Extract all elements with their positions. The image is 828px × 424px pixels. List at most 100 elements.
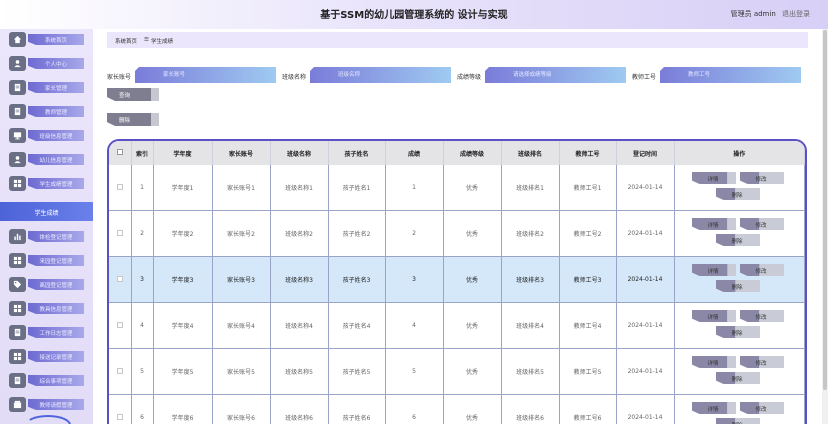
cell-time: 2024-01-14: [616, 348, 675, 395]
cell-teacher: 教师工号3: [559, 256, 617, 303]
sidebar-item-b1[interactable]: 来园登记管理: [6, 252, 86, 269]
search-label-parent: 家长账号: [107, 74, 132, 81]
search-class-input[interactable]: [310, 67, 451, 83]
grid-icon: [9, 253, 26, 268]
grid-icon: [9, 301, 26, 316]
cell-teacher: 教师工号6: [559, 394, 617, 424]
edit-button[interactable]: 修改: [739, 218, 784, 230]
table-row[interactable]: 2 学年度2 家长账号2 班级名称2 孩子姓名2 2 优秀 班级排名2 教师工号2 2024-01…: [109, 210, 805, 257]
sidebar-item-label: 班级信息管理: [39, 134, 73, 140]
detail-button[interactable]: 详情: [691, 310, 736, 322]
sidebar-item-a4[interactable]: 班级信息管理: [6, 127, 86, 144]
user-icon: [9, 152, 26, 167]
cell-teacher: 教师工号2: [559, 210, 617, 257]
query-button-edge: [151, 88, 159, 101]
column-header: 孩子姓名: [328, 141, 386, 165]
scrollbar-thumb[interactable]: [823, 30, 827, 390]
sidebar-item-b5[interactable]: 接送记录管理: [6, 348, 86, 365]
search-grade-select[interactable]: [485, 67, 626, 83]
sidebar-item-label: 教师请假管理: [39, 403, 73, 409]
detail-button[interactable]: 详情: [691, 218, 736, 230]
row-delete-button[interactable]: 删除: [715, 418, 760, 424]
sidebar-item-a1[interactable]: 个人中心: [6, 55, 86, 72]
detail-label: 详情: [707, 269, 719, 275]
sidebar-item-active[interactable]: 学生成绩: [0, 202, 93, 221]
detail-button[interactable]: 详情: [691, 172, 736, 184]
cell-class: 班级名称2: [270, 210, 329, 257]
table-row[interactable]: 1 学年度1 家长账号1 班级名称1 孩子姓名1 1 优秀 班级排名1 教师工号1 2024-01…: [109, 165, 805, 211]
sidebar-item-a5[interactable]: 幼儿信息管理: [6, 151, 86, 168]
delete-button[interactable]: 删除: [107, 113, 151, 126]
data-table: 索引 学年度 家长账号 班级名称 孩子姓名 成绩 成绩等级 班级排名 教师工号 登记时间 操作 1学…: [107, 139, 807, 424]
logout-link[interactable]: 退出登录: [782, 10, 810, 18]
search-parent-input[interactable]: [135, 67, 276, 83]
delete-label: 删除: [731, 377, 743, 383]
cell-rank: 班级排名1: [501, 165, 560, 211]
query-button[interactable]: 查询: [107, 88, 151, 101]
sidebar-item-a6[interactable]: 学生成绩管理: [6, 175, 86, 192]
edit-button[interactable]: 修改: [739, 172, 784, 184]
sidebar-item-label: 综合事项管理: [39, 379, 73, 385]
sidebar-item-a3[interactable]: 教师管理: [6, 103, 86, 120]
edit-button[interactable]: 修改: [739, 356, 784, 368]
table-row[interactable]: 5 学年度5 家长账号5 班级名称5 孩子姓名5 5 优秀 班级排名5 教师工号5 2024-01…: [109, 348, 805, 395]
cell-score: 4: [385, 302, 444, 349]
search-teacher-input[interactable]: [660, 67, 801, 83]
edit-button[interactable]: 修改: [739, 402, 784, 414]
row-checkbox[interactable]: [116, 413, 123, 420]
cell-parent: 家长账号4: [212, 302, 271, 349]
sidebar-item-b7[interactable]: 教师请假管理: [6, 396, 86, 413]
document-icon: [9, 325, 26, 340]
sidebar-item-b4[interactable]: 工作日志管理: [6, 324, 86, 341]
delete-label: 删除: [731, 285, 743, 291]
row-checkbox[interactable]: [116, 183, 123, 190]
sidebar-item-a0[interactable]: 系统首页: [6, 31, 86, 48]
sidebar-item-b6[interactable]: 综合事项管理: [6, 372, 86, 389]
table-row[interactable]: 4 学年度4 家长账号4 班级名称4 孩子姓名4 4 优秀 班级排名4 教师工号4 2024-01…: [109, 302, 805, 349]
cell-actions: 详情 修改删除: [674, 348, 805, 395]
edit-button[interactable]: 修改: [739, 310, 784, 322]
cell-child: 孩子姓名6: [328, 394, 386, 424]
row-checkbox[interactable]: [116, 367, 123, 374]
cell-class: 班级名称4: [270, 302, 329, 349]
edit-button[interactable]: 修改: [739, 264, 784, 276]
monitor-icon: [9, 128, 26, 143]
delete-label: 删除: [731, 239, 743, 245]
row-delete-button[interactable]: 删除: [715, 280, 760, 292]
table-row[interactable]: 3 学年度3 家长账号3 班级名称3 孩子姓名3 3 优秀 班级排名3 教师工号3 2024-01…: [109, 256, 805, 303]
cell-index: 6: [131, 394, 154, 424]
header-select-all: [109, 141, 132, 165]
sidebar-item-b3[interactable]: 教具信息管理: [6, 300, 86, 317]
column-header: 索引: [131, 141, 154, 165]
cell-teacher: 教师工号5: [559, 348, 617, 395]
page-title: 基于SSM的幼儿园管理系统的 设计与实现: [320, 10, 508, 21]
edit-label: 修改: [755, 407, 767, 413]
sidebar-item-b0[interactable]: 体检登记管理: [6, 228, 86, 245]
row-delete-button[interactable]: 删除: [715, 372, 760, 384]
sidebar-item-label: 幼儿信息管理: [39, 158, 73, 164]
cell-actions: 详情 修改删除: [674, 165, 805, 211]
row-delete-button[interactable]: 删除: [715, 234, 760, 246]
sidebar-item-a2[interactable]: 家长管理: [6, 79, 86, 96]
breadcrumb-separator-icon: ☰: [144, 37, 149, 43]
detail-button[interactable]: 详情: [691, 402, 736, 414]
document-icon: [9, 104, 26, 119]
cell-parent: 家长账号2: [212, 210, 271, 257]
sidebar-item-b2[interactable]: 离园登记管理: [6, 276, 86, 293]
grid-icon: [9, 349, 26, 364]
breadcrumb-home[interactable]: 系统首页: [115, 37, 137, 45]
table-row[interactable]: 6 学年度6 家长账号6 班级名称6 孩子姓名6 6 优秀 班级排名6 教师工号6 2024-01…: [109, 394, 805, 424]
detail-button[interactable]: 详情: [691, 356, 736, 368]
detail-button[interactable]: 详情: [691, 264, 736, 276]
button-edge: [727, 402, 736, 414]
cell-grade: 优秀: [443, 302, 502, 349]
button-edge: [727, 172, 736, 184]
row-checkbox[interactable]: [116, 229, 123, 236]
row-delete-button[interactable]: 删除: [715, 326, 760, 338]
row-select-cell: [109, 210, 132, 257]
select-all-checkbox[interactable]: [116, 149, 123, 155]
row-checkbox[interactable]: [116, 275, 123, 282]
row-delete-button[interactable]: 删除: [715, 188, 760, 200]
row-checkbox[interactable]: [116, 321, 123, 328]
document-icon: [9, 373, 26, 388]
